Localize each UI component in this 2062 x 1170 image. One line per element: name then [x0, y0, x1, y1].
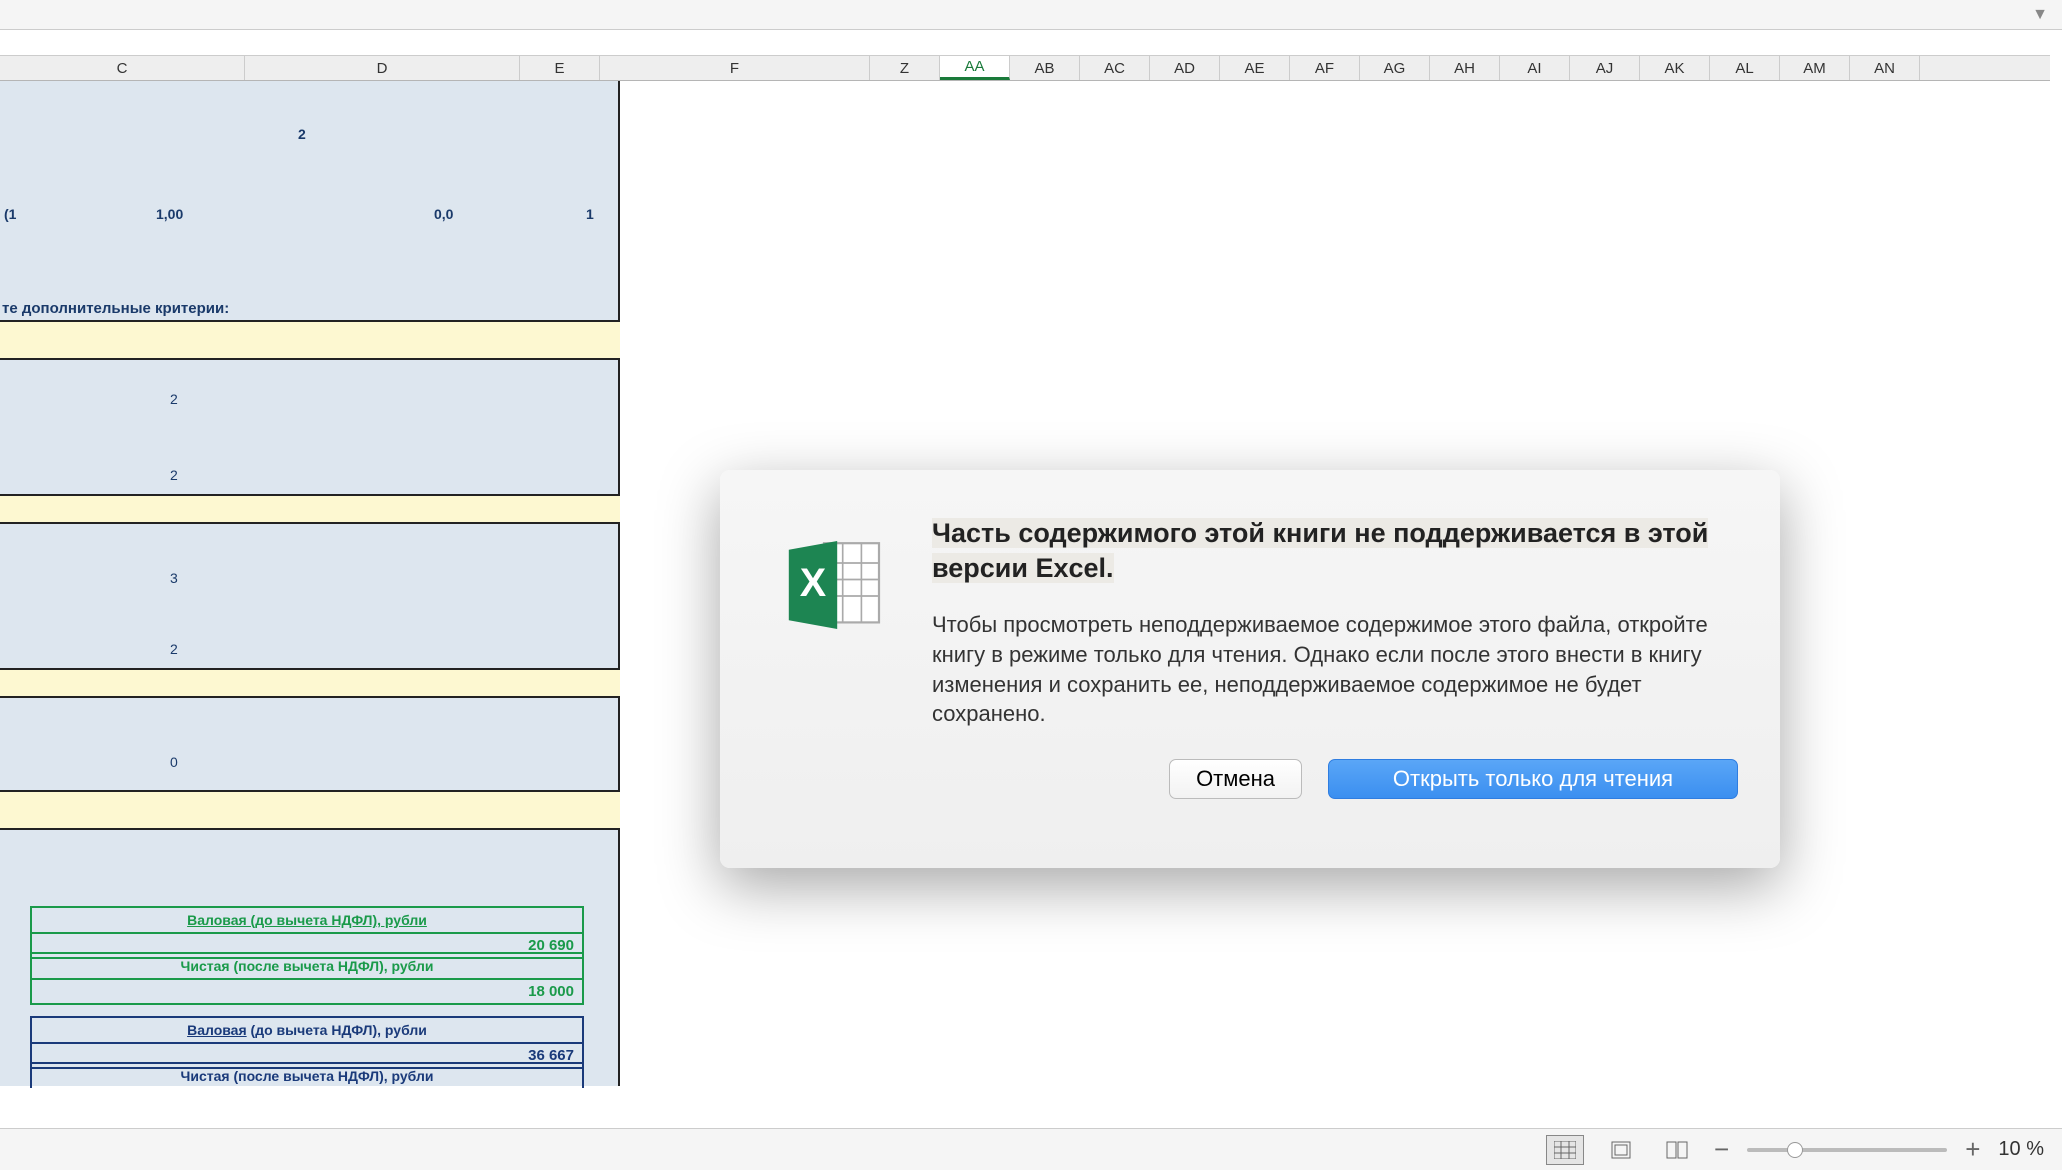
ribbon-collapsed-bar: ▼ [0, 0, 2062, 30]
dialog-body: Чтобы просмотреть неподдерживаемое содер… [932, 610, 1738, 729]
grid-view-icon [1554, 1141, 1576, 1159]
column-header-AN[interactable]: AN [1850, 56, 1920, 80]
dialog-title: Часть содержимого этой книги не поддержи… [932, 516, 1738, 586]
cell-value[interactable]: 2 [170, 641, 178, 657]
column-header-AE[interactable]: AE [1220, 56, 1290, 80]
salary-green-net-value[interactable]: 18 000 [30, 980, 584, 1005]
salary-green-net: Чистая (после вычета НДФЛ), рубли 18 000 [30, 952, 584, 1005]
column-header-Z[interactable]: Z [870, 56, 940, 80]
input-band[interactable] [0, 494, 620, 524]
excel-icon: X [780, 530, 890, 640]
cancel-button[interactable]: Отмена [1169, 759, 1302, 799]
column-header-AH[interactable]: AH [1430, 56, 1500, 80]
cell-value[interactable]: 0 [170, 754, 178, 770]
column-header-D[interactable]: D [245, 56, 520, 80]
page-break-view-button[interactable] [1658, 1135, 1696, 1165]
column-header-AL[interactable]: AL [1710, 56, 1780, 80]
column-header-AB[interactable]: AB [1010, 56, 1080, 80]
column-header-AA[interactable]: AA [940, 56, 1010, 80]
column-headers[interactable]: CDEFZAAABACADAEAFAGAHAIAJAKALAMAN [0, 55, 2050, 81]
salary-green-net-label: Чистая (после вычета НДФЛ), рубли [30, 952, 584, 980]
cell-value[interactable]: 2 [170, 391, 178, 407]
zoom-level[interactable]: 10 % [1998, 1138, 2044, 1161]
open-readonly-button[interactable]: Открыть только для чтения [1328, 759, 1738, 799]
page-layout-icon [1610, 1141, 1632, 1159]
cell-value[interactable]: 2 [170, 467, 178, 483]
cell-value[interactable]: 2 [298, 126, 306, 142]
page-break-icon [1666, 1141, 1688, 1159]
status-bar: − + 10 % [0, 1128, 2062, 1170]
salary-blue-net: Чистая (после вычета НДФЛ), рубли [30, 1062, 584, 1088]
input-band[interactable] [0, 668, 620, 698]
normal-view-button[interactable] [1546, 1135, 1584, 1165]
column-header-AG[interactable]: AG [1360, 56, 1430, 80]
column-header-AJ[interactable]: AJ [1570, 56, 1640, 80]
cell-value[interactable]: 1 [586, 206, 594, 222]
unsupported-content-dialog: X Часть содержимого этой книги не поддер… [720, 470, 1780, 868]
column-header-E[interactable]: E [520, 56, 600, 80]
column-header-AF[interactable]: AF [1290, 56, 1360, 80]
zoom-in-button[interactable]: + [1965, 1134, 1980, 1165]
svg-text:X: X [800, 561, 827, 605]
salary-blue-gross-label: Валовая (до вычета НДФЛ), рубли [30, 1016, 584, 1044]
column-header-AC[interactable]: AC [1080, 56, 1150, 80]
column-header-C[interactable]: C [0, 56, 245, 80]
cell-value[interactable]: 1,00 [156, 206, 183, 222]
column-header-AI[interactable]: AI [1500, 56, 1570, 80]
column-header-F[interactable]: F [600, 56, 870, 80]
expand-ribbon-icon[interactable]: ▼ [2032, 6, 2048, 24]
input-band[interactable] [0, 320, 620, 360]
cell-value[interactable]: (1 [4, 206, 16, 222]
cell-value[interactable]: 0,0 [434, 206, 453, 222]
column-header-AM[interactable]: AM [1780, 56, 1850, 80]
zoom-out-button[interactable]: − [1714, 1134, 1729, 1165]
column-header-AK[interactable]: AK [1640, 56, 1710, 80]
criteria-label: те дополнительные критерии: [2, 300, 229, 317]
column-header-AD[interactable]: AD [1150, 56, 1220, 80]
page-layout-view-button[interactable] [1602, 1135, 1640, 1165]
input-band[interactable] [0, 790, 620, 830]
salary-blue-net-label: Чистая (после вычета НДФЛ), рубли [30, 1062, 584, 1088]
zoom-slider-thumb[interactable] [1787, 1142, 1803, 1158]
salary-green-gross-label: Валовая (до вычета НДФЛ), рубли [30, 906, 584, 934]
zoom-slider[interactable] [1747, 1148, 1947, 1152]
cell-value[interactable]: 3 [170, 570, 178, 586]
